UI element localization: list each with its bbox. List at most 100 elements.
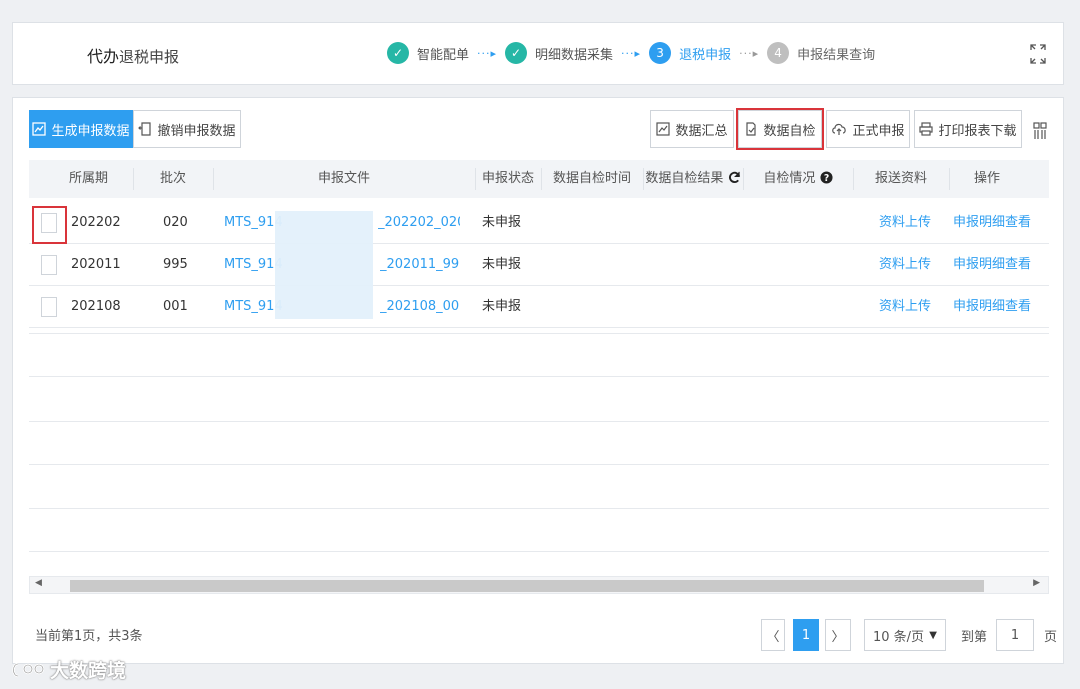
cell-status: 未申报 [482, 299, 522, 314]
table-header: 所属期 批次 申报文件 申报状态 数据自检时间 数据自检结果 自检情况 ? 报送… [29, 160, 1049, 198]
cloud-upload-icon [832, 123, 847, 135]
row-divider [29, 421, 1049, 422]
page-title-main: 退税申报 [119, 48, 180, 66]
help-icon[interactable]: ? [820, 171, 833, 184]
check-icon: ✓ [387, 42, 409, 64]
button-label: 正式申报 [852, 123, 905, 139]
step-arrow-icon: ···▸ [621, 46, 642, 60]
page-summary: 当前第1页，共3条 [35, 629, 143, 644]
horizontal-scrollbar[interactable]: ◀ ▶ [29, 576, 1049, 594]
upload-materials-link[interactable]: 资料上传 [879, 202, 931, 244]
page-unit-label: 页 [1044, 630, 1058, 645]
page-title: 代办退税申报 [87, 43, 179, 67]
step-label: 退税申报 [679, 47, 732, 63]
col-check-result-label: 数据自检结果 [645, 171, 724, 186]
redacted-region [275, 211, 373, 319]
cell-file-link[interactable]: _202011_995.xr [380, 244, 460, 286]
fullscreen-icon[interactable] [1029, 43, 1047, 65]
scrollbar-thumb[interactable] [70, 580, 984, 592]
col-check-status-label: 自检情况 [763, 171, 816, 186]
checkbox-highlight [32, 206, 67, 244]
step-smart-match[interactable]: ✓ 智能配单 [387, 42, 469, 64]
button-label: 撤销申报数据 [157, 123, 236, 139]
caret-down-icon: ▼ [929, 629, 937, 641]
cell-period: 202108 [71, 299, 121, 314]
col-batch[interactable]: 批次 [133, 160, 213, 198]
column-settings-icon[interactable] [1033, 122, 1047, 140]
step-result-query[interactable]: 4 申报结果查询 [767, 42, 875, 64]
scroll-left-icon[interactable]: ◀ [35, 578, 42, 588]
watermark-logo-icon [12, 662, 45, 677]
button-label: 数据汇总 [675, 123, 728, 139]
watermark-text: 大数跨境 [50, 660, 127, 682]
cell-batch: 020 [163, 215, 188, 230]
print-report-button[interactable]: 打印报表下载 [914, 110, 1022, 148]
cell-period: 202202 [71, 215, 121, 230]
row-divider [29, 508, 1049, 509]
row-divider [29, 551, 1049, 552]
row-divider [29, 333, 1049, 334]
goto-page-input[interactable]: 1 [996, 619, 1034, 651]
scroll-right-icon[interactable]: ▶ [1033, 578, 1040, 588]
col-actions[interactable]: 操作 [949, 160, 1025, 198]
prev-page-button[interactable]: 〈 [761, 619, 785, 651]
page-title-prefix: 代办 [87, 47, 120, 66]
cell-file-link[interactable]: MTS_914 [224, 244, 283, 286]
step-arrow-icon: ···▸ [739, 46, 760, 60]
button-label: 打印报表下载 [938, 123, 1017, 139]
table-row: 202011 995 MTS_914 _202011_995.xr 未申报 资料… [29, 244, 1049, 286]
button-label: 生成申报数据 [51, 123, 130, 139]
col-materials[interactable]: 报送资料 [853, 160, 949, 198]
page-size-select[interactable]: 10 条/页 ▼ [864, 619, 946, 651]
col-file[interactable]: 申报文件 [213, 160, 475, 198]
page-size-value: 10 条/页 [873, 629, 925, 645]
step-label: 智能配单 [417, 47, 470, 63]
printer-icon [919, 122, 934, 136]
row-divider [29, 464, 1049, 465]
cell-file-link[interactable]: _202202_020.xr [378, 202, 460, 244]
col-period[interactable]: 所属期 [69, 160, 133, 198]
button-label: 数据自检 [763, 123, 816, 139]
col-check-time[interactable]: 数据自检时间 [541, 160, 643, 198]
document-check-icon [746, 122, 757, 136]
row-divider [29, 376, 1049, 377]
chart-icon [656, 122, 671, 136]
page-1-button[interactable]: 1 [793, 619, 819, 651]
step-detail-collection[interactable]: ✓ 明细数据采集 [505, 42, 613, 64]
cell-batch: 995 [163, 257, 188, 272]
col-check-result[interactable]: 数据自检结果 [643, 160, 743, 198]
step-label: 申报结果查询 [797, 47, 876, 63]
generate-data-button[interactable]: 生成申报数据 [29, 110, 133, 148]
upload-materials-link[interactable]: 资料上传 [879, 244, 931, 286]
cell-file-link[interactable]: _202108_001.xr [380, 286, 460, 328]
view-details-link[interactable]: 申报明细查看 [953, 244, 1031, 286]
col-status[interactable]: 申报状态 [475, 160, 541, 198]
cell-period: 202011 [71, 257, 121, 272]
row-checkbox[interactable] [41, 255, 57, 275]
view-details-link[interactable]: 申报明细查看 [953, 286, 1031, 328]
formal-submit-button[interactable]: 正式申报 [826, 110, 910, 148]
watermark: 大数跨境 [10, 656, 126, 683]
upload-materials-link[interactable]: 资料上传 [879, 286, 931, 328]
declaration-panel: 生成申报数据 撤销申报数据 数据汇总 数据自检 正式申报 打印报表下载 所属期 … [12, 97, 1064, 664]
data-summary-button[interactable]: 数据汇总 [650, 110, 734, 148]
step-header: 代办退税申报 ✓ 智能配单 ···▸ ✓ 明细数据采集 ···▸ 3 退税申报 … [12, 22, 1064, 85]
row-checkbox[interactable] [41, 297, 57, 317]
step-tax-refund-declare[interactable]: 3 退税申报 [649, 42, 731, 64]
cell-batch: 001 [163, 299, 188, 314]
progress-steps: ✓ 智能配单 ···▸ ✓ 明细数据采集 ···▸ 3 退税申报 ···▸ 4 … [387, 39, 875, 67]
chart-icon [32, 122, 47, 136]
next-page-button[interactable]: 〉 [825, 619, 851, 651]
data-selfcheck-button[interactable]: 数据自检 [736, 108, 824, 150]
step-label: 明细数据采集 [535, 47, 614, 63]
revoke-data-button[interactable]: 撤销申报数据 [133, 110, 241, 148]
refresh-icon[interactable] [728, 171, 741, 184]
view-details-link[interactable]: 申报明细查看 [953, 202, 1031, 244]
cell-file-link[interactable]: MTS_914 [224, 202, 283, 244]
col-check-status[interactable]: 自检情况 ? [743, 160, 853, 198]
svg-text:?: ? [823, 173, 828, 184]
check-icon: ✓ [505, 42, 528, 64]
step-number: 3 [649, 42, 672, 64]
step-arrow-icon: ···▸ [477, 46, 498, 60]
cell-file-link[interactable]: MTS_914 [224, 286, 283, 328]
